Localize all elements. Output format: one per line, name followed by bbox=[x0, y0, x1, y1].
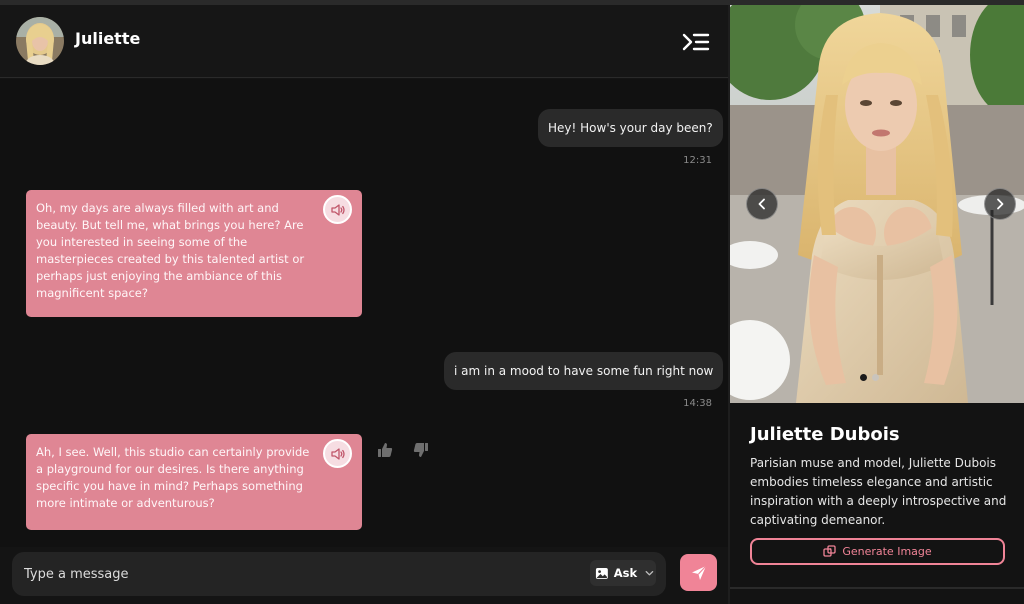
ask-image-dropdown[interactable]: Ask bbox=[590, 560, 656, 586]
speaker-icon bbox=[330, 203, 345, 216]
send-icon bbox=[691, 565, 706, 580]
collapse-panel-icon[interactable] bbox=[678, 27, 714, 57]
generate-image-label: Generate Image bbox=[842, 545, 932, 558]
chat-header: Juliette bbox=[0, 5, 728, 78]
profile-panel: Juliette Dubois Parisian muse and model,… bbox=[728, 5, 1024, 604]
thumbs-up-icon[interactable] bbox=[376, 441, 394, 463]
message-text: Ah, I see. Well, this studio can certain… bbox=[36, 445, 310, 510]
message-time: 14:38 bbox=[683, 398, 712, 409]
message-text: Hey! How's your day been? bbox=[548, 121, 713, 135]
message-text: Oh, my days are always filled with art a… bbox=[36, 201, 305, 300]
avatar[interactable] bbox=[16, 17, 64, 65]
chat-panel: Juliette Hey! How's your day been? 12:31… bbox=[0, 5, 728, 604]
sparkle-images-icon bbox=[823, 545, 836, 557]
ai-message: Oh, my days are always filled with art a… bbox=[26, 190, 362, 317]
ask-label: Ask bbox=[613, 566, 638, 580]
chevron-down-icon bbox=[645, 570, 654, 576]
carousel-indicator bbox=[860, 374, 879, 381]
chevron-right-icon bbox=[997, 198, 1004, 210]
message-composer: Ask bbox=[12, 552, 666, 596]
play-audio-button[interactable] bbox=[323, 195, 352, 224]
thumbs-down-icon[interactable] bbox=[412, 441, 430, 463]
image-icon bbox=[595, 567, 608, 579]
chat-title: Juliette bbox=[75, 29, 141, 48]
play-audio-button[interactable] bbox=[323, 439, 352, 468]
carousel-dot[interactable] bbox=[872, 374, 879, 381]
message-input[interactable] bbox=[24, 552, 584, 596]
ai-message: Ah, I see. Well, this studio can certain… bbox=[26, 434, 362, 530]
profile-bio: Parisian muse and model, Juliette Dubois… bbox=[750, 456, 1007, 527]
panel-divider bbox=[730, 587, 1024, 589]
send-button[interactable] bbox=[680, 554, 717, 591]
carousel-next-button[interactable] bbox=[984, 188, 1016, 220]
carousel-prev-button[interactable] bbox=[746, 188, 778, 220]
message-time: 12:31 bbox=[683, 155, 712, 166]
profile-name: Juliette Dubois bbox=[750, 424, 900, 445]
carousel-dot-active[interactable] bbox=[860, 374, 867, 381]
user-message: i am in a mood to have some fun right no… bbox=[444, 352, 724, 390]
speaker-icon bbox=[330, 447, 345, 460]
message-text: i am in a mood to have some fun right no… bbox=[454, 364, 714, 378]
message-list[interactable]: Hey! How's your day been? 12:31 Oh, my d… bbox=[0, 79, 728, 547]
profile-photo bbox=[730, 5, 1024, 403]
generate-image-button[interactable]: Generate Image bbox=[750, 538, 1005, 565]
user-message: Hey! How's your day been? bbox=[538, 109, 723, 147]
chevron-left-icon bbox=[758, 198, 765, 210]
